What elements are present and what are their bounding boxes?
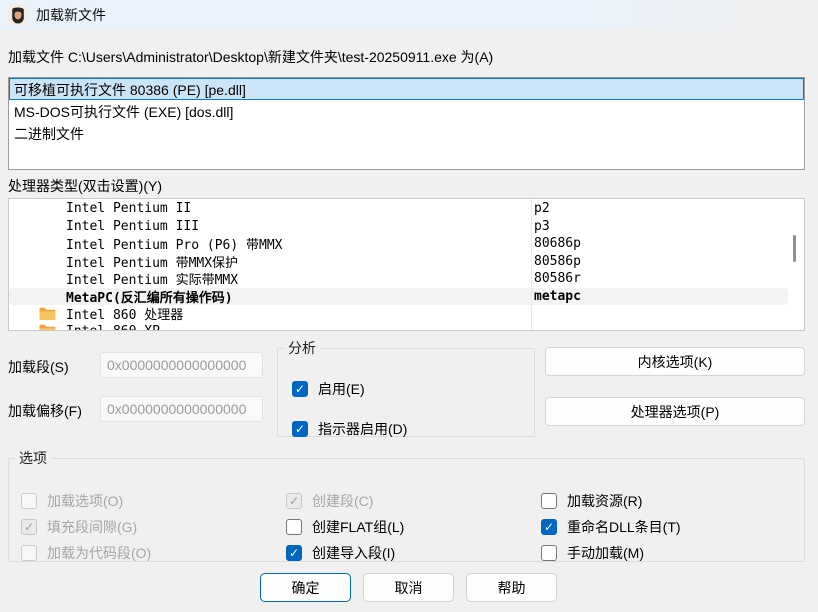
processor-id: 80586p — [534, 254, 581, 269]
options-column-1: 加载选项(O) 填充段间隙(G) 加载为代码段(O) — [21, 492, 151, 562]
processor-row[interactable]: Intel Pentium Pro (P6) 带MMX 80686p — [9, 235, 804, 253]
checkbox-checked[interactable] — [541, 519, 557, 535]
checkbox-unchecked — [21, 493, 37, 509]
checkbox-label: 重命名DLL条目(T) — [567, 517, 681, 537]
checkbox-label: 加载选项(O) — [47, 491, 123, 511]
processor-name: Intel 860 XP — [66, 324, 160, 331]
options-group-title: 选项 — [15, 448, 51, 468]
processor-row[interactable]: Intel Pentium 带MMX保护 80586p — [9, 253, 804, 271]
checkbox-row: 填充段间隙(G) — [21, 518, 151, 536]
checkbox-checked — [286, 493, 302, 509]
help-button[interactable]: 帮助 — [466, 573, 557, 602]
analysis-group: 分析 启用(E) 指示器启用(D) — [277, 338, 535, 437]
loading-segment-label: 加载段(S) — [8, 357, 69, 377]
processor-name: Intel Pentium 带MMX保护 — [66, 252, 238, 271]
loading-segment-input[interactable] — [100, 352, 263, 378]
ok-button[interactable]: 确定 — [260, 573, 351, 602]
processor-row[interactable]: Intel 860 XP — [9, 323, 804, 332]
processor-name: Intel Pentium II — [66, 201, 191, 216]
loading-offset-input[interactable] — [100, 396, 263, 422]
checkbox-row: 加载为代码段(O) — [21, 544, 151, 562]
checkbox-unchecked[interactable] — [286, 519, 302, 535]
checkbox-label: 加载为代码段(O) — [47, 543, 151, 563]
window-title: 加载新文件 — [36, 5, 106, 25]
side-buttons: 内核选项(K) 处理器选项(P) — [545, 347, 805, 426]
loading-offset-label: 加载偏移(F) — [8, 401, 82, 421]
file-path-label: 加载文件 C:\Users\Administrator\Desktop\新建文件… — [8, 47, 493, 67]
titlebar[interactable]: 加载新文件 — [0, 0, 818, 30]
processor-row[interactable]: Intel Pentium III p3 — [9, 218, 804, 236]
processor-name: Intel Pentium III — [66, 219, 199, 234]
checkbox-row[interactable]: 重命名DLL条目(T) — [541, 518, 681, 536]
folder-icon — [39, 324, 66, 331]
processor-id: 80586r — [534, 271, 581, 286]
processor-name: Intel 860 处理器 — [66, 304, 183, 323]
loader-item[interactable]: 可移植可执行文件 80386 (PE) [pe.dll] — [9, 78, 804, 100]
checkbox-row[interactable]: 手动加载(M) — [541, 544, 681, 562]
processor-name: MetaPC(反汇编所有操作码) — [66, 287, 233, 306]
checkbox-label: 手动加载(M) — [567, 543, 644, 563]
processor-id: p3 — [534, 219, 550, 234]
folder-icon — [39, 307, 66, 321]
processor-id: p2 — [534, 201, 550, 216]
analysis-group-title: 分析 — [284, 338, 320, 358]
processor-id: 80686p — [534, 236, 581, 251]
checkbox-label: 填充段间隙(G) — [47, 517, 137, 537]
loader-list[interactable]: 可移植可执行文件 80386 (PE) [pe.dll]MS-DOS可执行文件 … — [8, 77, 805, 170]
checkbox-row[interactable]: 加载资源(R) — [541, 492, 681, 510]
processor-row[interactable]: Intel Pentium 实际带MMX 80586r — [9, 270, 804, 288]
processor-type-label: 处理器类型(双击设置)(Y) — [8, 176, 162, 196]
loader-item[interactable]: 二进制文件 — [9, 122, 804, 144]
options-column-3: 加载资源(R) 重命名DLL条目(T) 手动加载(M) — [541, 492, 681, 562]
checkbox-checked — [21, 519, 37, 535]
ida-app-icon — [8, 5, 28, 25]
checkbox-row[interactable]: 创建导入段(I) — [286, 544, 404, 562]
checkbox-label: 启用(E) — [318, 379, 365, 399]
checkbox-row: 创建段(C) — [286, 492, 404, 510]
options-column-2: 创建段(C) 创建FLAT组(L) 创建导入段(I) — [286, 492, 404, 562]
kernel-options-button[interactable]: 内核选项(K) — [545, 347, 805, 376]
processor-list[interactable]: Intel Pentium IIp2Intel Pentium IIIp3Int… — [8, 198, 805, 331]
checkbox-row[interactable]: 启用(E) — [292, 380, 407, 398]
processor-name: Intel Pentium 实际带MMX — [66, 269, 238, 288]
processor-id: metapc — [534, 289, 581, 304]
checkbox-row[interactable]: 指示器启用(D) — [292, 420, 407, 438]
checkbox-row[interactable]: 创建FLAT组(L) — [286, 518, 404, 536]
checkbox-unchecked[interactable] — [541, 545, 557, 561]
processor-name: Intel Pentium Pro (P6) 带MMX — [66, 234, 283, 253]
options-group: 选项 加载选项(O) 填充段间隙(G) 加载为代码段(O) 创建段(C) 创建FLAT… — [8, 448, 805, 562]
processor-row[interactable]: Intel Pentium II p2 — [9, 200, 804, 218]
load-new-file-dialog: 加载新文件 加载文件 C:\Users\Administrator\Deskto… — [0, 0, 818, 612]
checkbox-label: 加载资源(R) — [567, 491, 642, 511]
checkbox-checked[interactable] — [286, 545, 302, 561]
processor-rows: Intel Pentium IIp2Intel Pentium IIIp3Int… — [9, 200, 804, 330]
footer-buttons: 确定取消帮助 — [260, 573, 557, 602]
column-divider — [531, 199, 532, 330]
processor-options-button[interactable]: 处理器选项(P) — [545, 397, 805, 426]
processor-row[interactable]: Intel 860 处理器 — [9, 305, 804, 323]
checkbox-row: 加载选项(O) — [21, 492, 151, 510]
loader-item[interactable]: MS-DOS可执行文件 (EXE) [dos.dll] — [9, 100, 804, 122]
processor-row[interactable]: MetaPC(反汇编所有操作码) metapc — [9, 288, 788, 306]
processor-scrollbar[interactable] — [788, 199, 804, 330]
checkbox-checked[interactable] — [292, 381, 308, 397]
checkbox-checked[interactable] — [292, 421, 308, 437]
cancel-button[interactable]: 取消 — [363, 573, 454, 602]
checkbox-unchecked — [21, 545, 37, 561]
analysis-checkboxes: 启用(E) 指示器启用(D) — [292, 380, 407, 438]
checkbox-unchecked[interactable] — [541, 493, 557, 509]
checkbox-label: 创建段(C) — [312, 491, 373, 511]
checkbox-label: 创建导入段(I) — [312, 543, 395, 563]
checkbox-label: 指示器启用(D) — [318, 419, 407, 439]
scrollbar-thumb[interactable] — [793, 235, 796, 262]
checkbox-label: 创建FLAT组(L) — [312, 517, 404, 537]
